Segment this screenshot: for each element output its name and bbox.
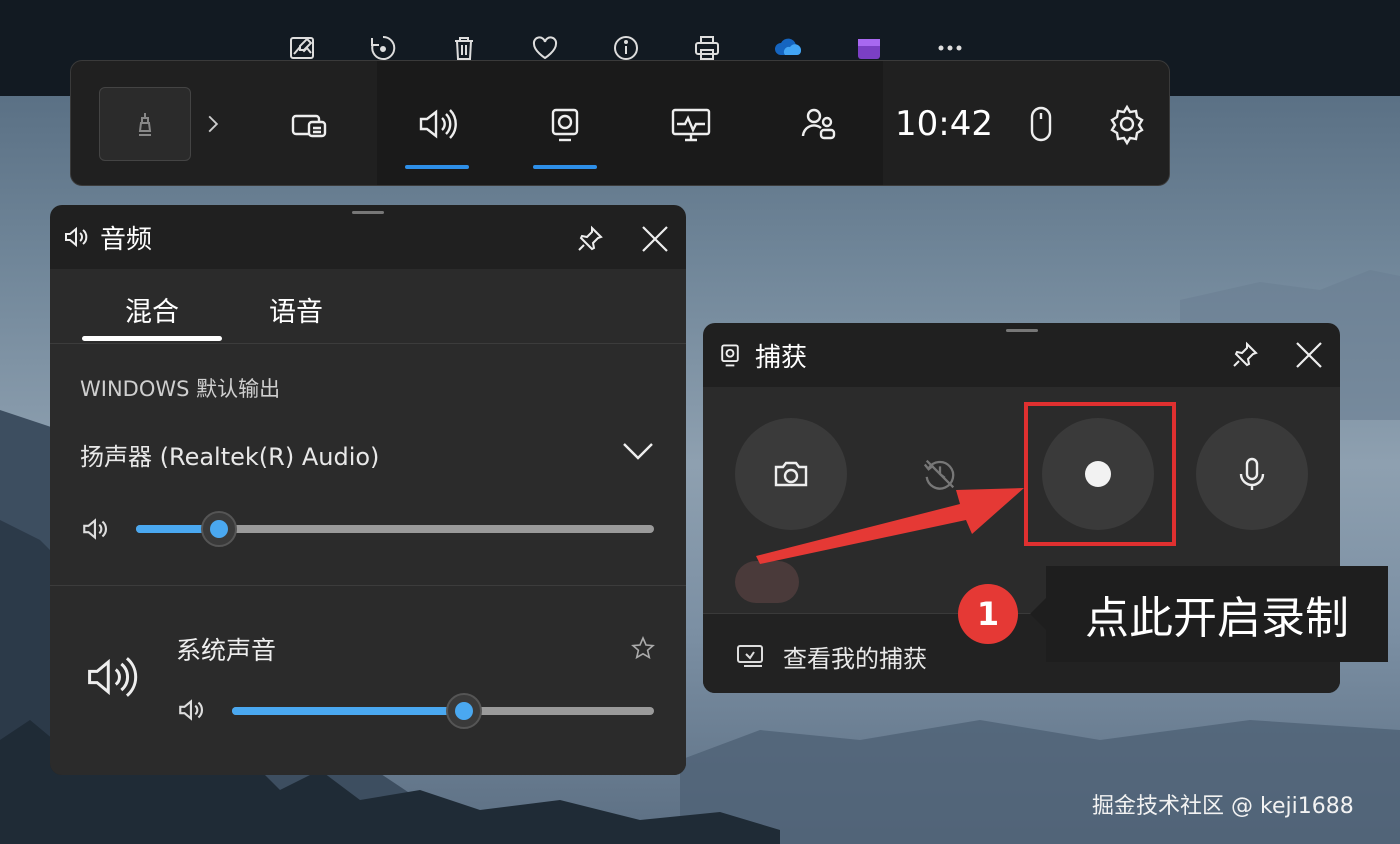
widget-menu-icon[interactable]: [269, 61, 349, 185]
audio-panel-body: 混合 语音: [50, 269, 686, 775]
app-volume-icon[interactable]: [176, 694, 208, 726]
chevron-down-icon[interactable]: [620, 433, 656, 469]
tab-voice[interactable]: 语音: [224, 279, 368, 339]
social-icon[interactable]: [779, 61, 859, 185]
favorite-star-icon[interactable]: [628, 633, 658, 663]
chess-icon: [138, 113, 152, 136]
app-volume-fill: [232, 707, 464, 715]
master-volume-thumb[interactable]: [201, 511, 237, 547]
settings-icon[interactable]: [1089, 61, 1165, 185]
chevron-right-icon[interactable]: [195, 61, 231, 185]
close-icon[interactable]: [1289, 335, 1329, 375]
step-badge: 1: [958, 584, 1018, 644]
audio-tabs: 混合 语音: [80, 279, 368, 341]
game-bar-clock: 10:42: [895, 104, 993, 144]
master-volume-icon[interactable]: [80, 513, 112, 545]
app-volume-thumb[interactable]: [446, 693, 482, 729]
record-button-highlight: [1024, 402, 1176, 546]
audio-active-indicator: [405, 165, 469, 169]
audio-icon: [65, 226, 88, 248]
mouse-icon[interactable]: [1003, 61, 1079, 185]
pin-icon[interactable]: [1225, 335, 1265, 375]
output-device-select[interactable]: 扬声器 (Realtek(R) Audio): [80, 437, 379, 472]
master-volume-slider[interactable]: [136, 511, 654, 547]
microphone-button[interactable]: [1196, 418, 1308, 530]
audio-panel: 音频 混合 语音 WINDOWS 默认输出 扬声器 (Realtek(R) Au…: [50, 205, 686, 775]
system-sounds-icon: [88, 657, 138, 697]
annotation-arrow: [756, 488, 1024, 564]
performance-icon[interactable]: [651, 61, 731, 185]
show-all-captures-link[interactable]: 查看我的捕获: [783, 639, 927, 674]
audio-panel-header: 音频: [50, 205, 686, 269]
output-section-label: WINDOWS 默认输出: [80, 377, 281, 401]
annotation-callout: 点此开启录制: [1030, 566, 1388, 662]
game-bar-thumbnail[interactable]: [99, 87, 191, 161]
microphone-icon: [1239, 457, 1265, 490]
app-name-system-sounds: 系统声音: [176, 636, 277, 665]
gallery-icon: [737, 645, 763, 667]
capture-panel-header: 捕获: [703, 323, 1340, 387]
section-divider: [50, 585, 686, 586]
capture-active-indicator: [533, 165, 597, 169]
audio-panel-title: 音频: [100, 224, 153, 255]
app-volume-slider[interactable]: [232, 693, 654, 729]
tab-mix[interactable]: 混合: [80, 279, 224, 341]
pin-icon[interactable]: [570, 219, 610, 259]
capture-panel-title: 捕获: [755, 342, 808, 373]
tab-divider: [50, 343, 686, 344]
close-icon[interactable]: [635, 219, 675, 259]
watermark: 掘金技术社区 @ keji1688: [1092, 794, 1354, 819]
xbox-game-bar: 10:42: [70, 60, 1170, 186]
capture-icon: [721, 344, 739, 367]
